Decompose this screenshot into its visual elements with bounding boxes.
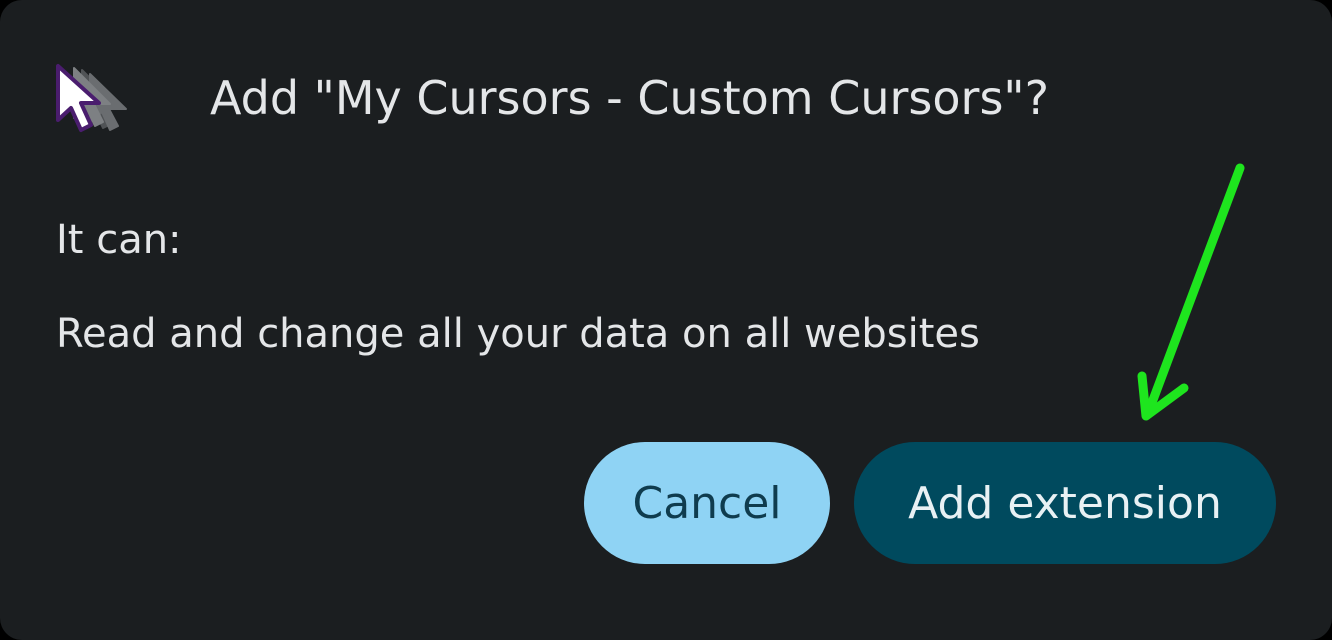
permission-item: Read and change all your data on all web… xyxy=(56,311,980,357)
permissions-label: It can: xyxy=(56,217,182,263)
dialog-title: Add "My Cursors - Custom Cursors"? xyxy=(210,71,1049,125)
cursor-icon xyxy=(52,62,148,142)
add-extension-button[interactable]: Add extension xyxy=(854,442,1276,564)
arrow-icon xyxy=(1120,150,1270,440)
cancel-button[interactable]: Cancel xyxy=(584,442,830,564)
